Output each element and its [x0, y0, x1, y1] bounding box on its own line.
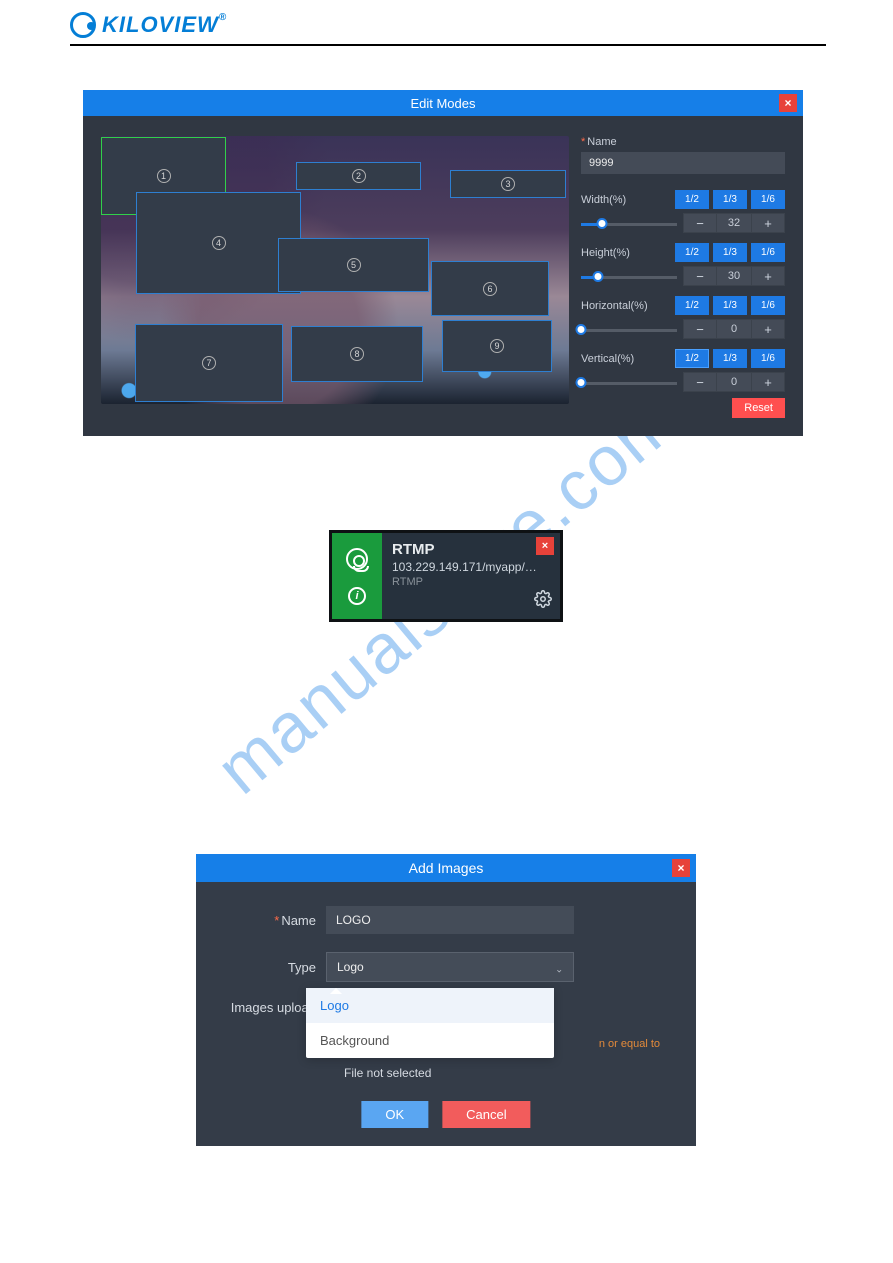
edit-modes-title: Edit Modes: [410, 96, 475, 111]
layout-window-7[interactable]: 7: [135, 324, 283, 402]
brand-name: KILOVIEW®: [102, 12, 227, 38]
add-images-body: *Name Type Logo ⌃ Images upload Logo Bac…: [196, 882, 696, 1146]
type-field-label: Type: [226, 960, 326, 975]
cancel-button[interactable]: Cancel: [442, 1101, 530, 1128]
width-slider[interactable]: [581, 217, 677, 231]
brand-header: KILOVIEW®: [70, 12, 826, 46]
reset-button[interactable]: Reset: [732, 398, 785, 418]
type-option-logo[interactable]: Logo: [306, 988, 554, 1023]
layout-window-8[interactable]: 8: [291, 326, 423, 382]
height-value: 30: [717, 266, 751, 286]
dialog-button-bar: OK Cancel: [361, 1101, 530, 1128]
width-sixth-button[interactable]: 1/6: [751, 190, 785, 209]
vertical-value: 0: [717, 372, 751, 392]
vertical-plus-button[interactable]: +: [751, 372, 785, 392]
layout-canvas[interactable]: 1 2 3 4 5 6 7 8 9: [101, 136, 569, 404]
rtmp-details: × RTMP 103.229.149.171/myapp/… RTMP: [382, 533, 560, 619]
width-half-button[interactable]: 1/2: [675, 190, 709, 209]
vertical-sixth-button[interactable]: 1/6: [751, 349, 785, 368]
width-field: Width(%) 1/2 1/3 1/6 − 32 +: [581, 186, 785, 235]
rtmp-source-card[interactable]: i × RTMP 103.229.149.171/myapp/… RTMP: [329, 530, 563, 622]
rtmp-protocol: RTMP: [392, 576, 550, 588]
horizontal-label: Horizontal(%): [581, 300, 648, 312]
horizontal-half-button[interactable]: 1/2: [675, 296, 709, 315]
type-selected-value: Logo: [337, 960, 364, 974]
horizontal-slider[interactable]: [581, 323, 677, 337]
name-row: *Name: [226, 906, 666, 934]
camera-icon: [346, 548, 368, 570]
width-minus-button[interactable]: −: [683, 213, 717, 233]
file-not-selected-text: File not selected: [344, 1066, 431, 1080]
height-minus-button[interactable]: −: [683, 266, 717, 286]
vertical-slider[interactable]: [581, 376, 677, 390]
width-label: Width(%): [581, 194, 626, 206]
name-field-label: *Name: [226, 913, 326, 928]
height-field: Height(%) 1/2 1/3 1/6 − 30 +: [581, 239, 785, 288]
rtmp-url: 103.229.149.171/myapp/…: [392, 560, 542, 574]
height-slider[interactable]: [581, 270, 677, 284]
vertical-minus-button[interactable]: −: [683, 372, 717, 392]
edit-modes-titlebar: Edit Modes ×: [83, 90, 803, 116]
rtmp-close-button[interactable]: ×: [536, 537, 554, 555]
properties-pane: *Name Width(%) 1/2 1/3 1/6: [581, 136, 785, 418]
width-plus-button[interactable]: +: [751, 213, 785, 233]
width-value: 32: [717, 213, 751, 233]
edit-modes-panel: Edit Modes × 1 2 3 4 5 6 7 8 9 *Name Wid…: [83, 90, 803, 436]
rtmp-status-strip: i: [332, 533, 382, 619]
width-third-button[interactable]: 1/3: [713, 190, 747, 209]
horizontal-value: 0: [717, 319, 751, 339]
type-dropdown: Logo Background: [306, 988, 554, 1058]
height-label: Height(%): [581, 247, 630, 259]
name-label: *Name: [581, 136, 785, 148]
add-images-titlebar: Add Images ×: [196, 854, 696, 882]
horizontal-plus-button[interactable]: +: [751, 319, 785, 339]
ok-button[interactable]: OK: [361, 1101, 428, 1128]
vertical-half-button[interactable]: 1/2: [675, 349, 709, 368]
vertical-label: Vertical(%): [581, 353, 634, 365]
height-sixth-button[interactable]: 1/6: [751, 243, 785, 262]
gear-icon[interactable]: [534, 590, 552, 613]
add-images-title: Add Images: [409, 860, 484, 876]
type-option-background[interactable]: Background: [306, 1023, 554, 1058]
height-half-button[interactable]: 1/2: [675, 243, 709, 262]
edit-modes-body: 1 2 3 4 5 6 7 8 9 *Name Width(%) 1/2 1/3…: [83, 116, 803, 436]
layout-window-6[interactable]: 6: [431, 261, 549, 316]
close-button[interactable]: ×: [779, 94, 797, 112]
type-row: Type Logo ⌃: [226, 952, 666, 982]
size-hint-text: n or equal to: [599, 1038, 660, 1050]
horizontal-third-button[interactable]: 1/3: [713, 296, 747, 315]
height-third-button[interactable]: 1/3: [713, 243, 747, 262]
chevron-up-icon: ⌃: [555, 962, 563, 973]
horizontal-field: Horizontal(%) 1/2 1/3 1/6 − 0 +: [581, 292, 785, 341]
type-select[interactable]: Logo ⌃: [326, 952, 574, 982]
layout-window-5[interactable]: 5: [278, 238, 429, 292]
vertical-third-button[interactable]: 1/3: [713, 349, 747, 368]
kiloview-logo-icon: [70, 12, 96, 38]
layout-window-3[interactable]: 3: [450, 170, 566, 198]
image-name-input[interactable]: [326, 906, 574, 934]
add-images-panel: Add Images × *Name Type Logo ⌃ Images up…: [196, 854, 696, 1146]
rtmp-title: RTMP: [392, 541, 550, 558]
add-images-close-button[interactable]: ×: [672, 859, 690, 877]
height-plus-button[interactable]: +: [751, 266, 785, 286]
layout-window-4[interactable]: 4: [136, 192, 301, 294]
info-icon[interactable]: i: [348, 587, 366, 605]
layout-window-2[interactable]: 2: [296, 162, 421, 190]
name-input[interactable]: [581, 152, 785, 174]
layout-window-9[interactable]: 9: [442, 320, 552, 372]
horizontal-minus-button[interactable]: −: [683, 319, 717, 339]
vertical-field: Vertical(%) 1/2 1/3 1/6 − 0 +: [581, 345, 785, 394]
horizontal-sixth-button[interactable]: 1/6: [751, 296, 785, 315]
